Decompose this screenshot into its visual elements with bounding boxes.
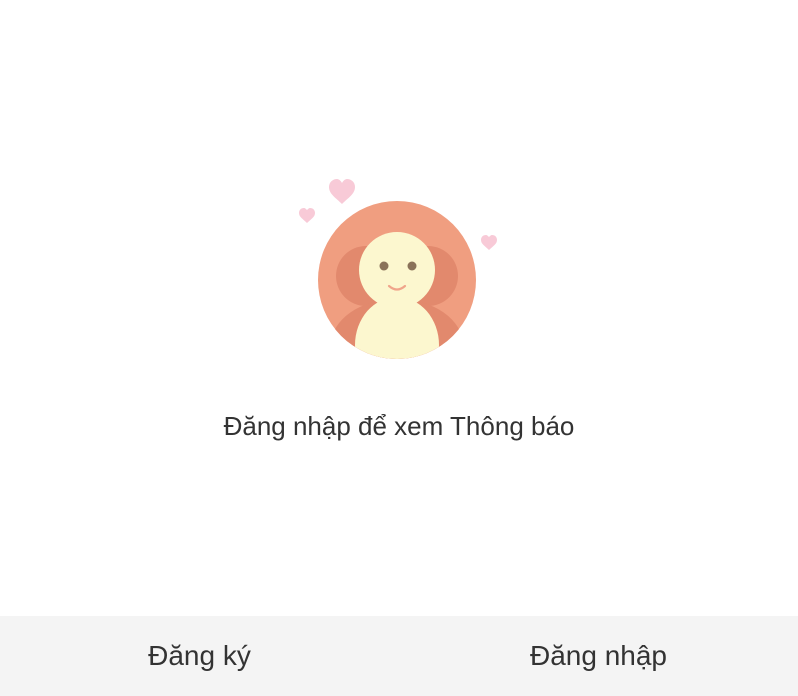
heart-icon — [299, 208, 315, 223]
login-button[interactable]: Đăng nhập — [399, 616, 798, 696]
login-prompt-message: Đăng nhập để xem Thông báo — [223, 411, 575, 441]
notifications-page: Đăng nhập để xem Thông báo Đăng ký Đăng … — [0, 0, 798, 696]
auth-footer: Đăng ký Đăng nhập — [0, 616, 798, 696]
avatar-with-hearts-icon — [299, 179, 497, 359]
heart-icon — [481, 235, 497, 250]
heart-icon — [329, 179, 355, 204]
empty-state: Đăng nhập để xem Thông báo — [0, 0, 798, 616]
register-button[interactable]: Đăng ký — [0, 616, 399, 696]
